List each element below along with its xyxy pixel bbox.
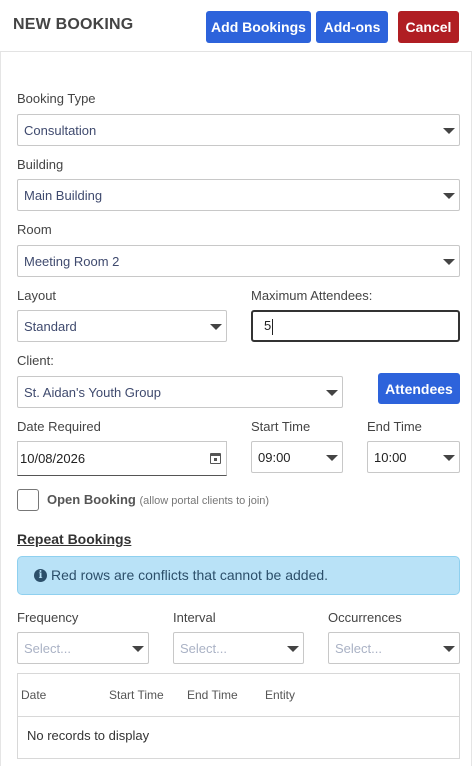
calendar-icon[interactable] [210, 453, 221, 464]
chevron-down-icon [443, 193, 455, 199]
grid-column-header[interactable]: Entity [265, 688, 295, 702]
attendees-button[interactable]: Attendees [378, 373, 460, 404]
grid-column-header[interactable]: End Time [187, 688, 238, 702]
addons-button[interactable]: Add-ons [316, 11, 388, 43]
conflict-alert: i Red rows are conflicts that cannot be … [17, 556, 460, 595]
booking-type-label: Booking Type [17, 91, 96, 106]
open-booking-note: (allow portal clients to join) [139, 495, 270, 507]
booking-header: NEW BOOKING Add Bookings Add-ons Cancel [0, 0, 472, 52]
client-select[interactable]: St. Aidan's Youth Group [17, 376, 343, 408]
grid-column-header[interactable]: Date [21, 688, 46, 702]
page-title: NEW BOOKING [13, 16, 134, 33]
frequency-label: Frequency [17, 610, 79, 625]
booking-type-select[interactable]: Consultation [17, 114, 460, 146]
end-time-value: 10:00 [374, 450, 407, 465]
open-booking-label: Open Booking (allow portal clients to jo… [47, 492, 269, 507]
max-attendees-input[interactable]: 5 [251, 310, 460, 342]
room-select[interactable]: Meeting Room 2 [17, 245, 460, 277]
booking-type-value: Consultation [24, 123, 97, 138]
start-time-value: 09:00 [258, 450, 291, 465]
interval-label: Interval [173, 610, 216, 625]
start-time-label: Start Time [251, 419, 311, 434]
building-value: Main Building [24, 188, 103, 203]
layout-label: Layout [17, 288, 57, 303]
date-required-label: Date Required [17, 419, 101, 434]
chevron-down-icon [443, 646, 455, 652]
conflict-alert-text: Red rows are conflicts that cannot be ad… [51, 567, 329, 583]
room-value: Meeting Room 2 [24, 254, 120, 269]
grid-column-header[interactable]: Start Time [109, 688, 164, 702]
add-bookings-button[interactable]: Add Bookings [206, 11, 311, 43]
chevron-down-icon [443, 128, 455, 134]
frequency-select[interactable]: Select... [17, 632, 149, 664]
room-label: Room [17, 222, 52, 237]
occurrences-select[interactable]: Select... [328, 632, 460, 664]
date-required-value: 10/08/2026 [20, 451, 86, 466]
chevron-down-icon [287, 646, 299, 652]
layout-value: Standard [24, 319, 77, 334]
chevron-down-icon [210, 324, 222, 330]
open-booking-text: Open Booking [47, 492, 136, 507]
date-required-input[interactable]: 10/08/2026 [17, 441, 227, 476]
start-time-select[interactable]: 09:00 [251, 441, 343, 473]
cancel-button[interactable]: Cancel [398, 11, 459, 43]
chevron-down-icon [443, 455, 455, 461]
building-label: Building [17, 157, 64, 172]
max-attendees-label: Maximum Attendees: [251, 288, 373, 303]
end-time-label: End Time [367, 419, 422, 434]
interval-placeholder: Select... [180, 641, 227, 656]
occurrences-placeholder: Select... [335, 641, 382, 656]
frequency-placeholder: Select... [24, 641, 71, 656]
chevron-down-icon [132, 646, 144, 652]
occurrences-label: Occurrences [328, 610, 402, 625]
max-attendees-value: 5 [264, 318, 272, 333]
building-select[interactable]: Main Building [17, 179, 460, 211]
chevron-down-icon [443, 259, 455, 265]
layout-select[interactable]: Standard [17, 310, 227, 342]
info-circle-icon: i [34, 569, 47, 582]
client-label: Client: [17, 353, 54, 368]
text-cursor [272, 319, 273, 335]
client-value: St. Aidan's Youth Group [24, 385, 161, 400]
end-time-select[interactable]: 10:00 [367, 441, 460, 473]
open-booking-checkbox[interactable] [17, 489, 39, 511]
repeat-bookings-heading[interactable]: Repeat Bookings [17, 531, 131, 547]
interval-select[interactable]: Select... [173, 632, 304, 664]
chevron-down-icon [326, 390, 338, 396]
empty-grid-message: No records to display [27, 728, 150, 743]
grid-header: Date Start Time End Time Entity [18, 674, 459, 717]
chevron-down-icon [326, 455, 338, 461]
repeat-bookings-grid: Date Start Time End Time Entity No recor… [17, 673, 460, 759]
